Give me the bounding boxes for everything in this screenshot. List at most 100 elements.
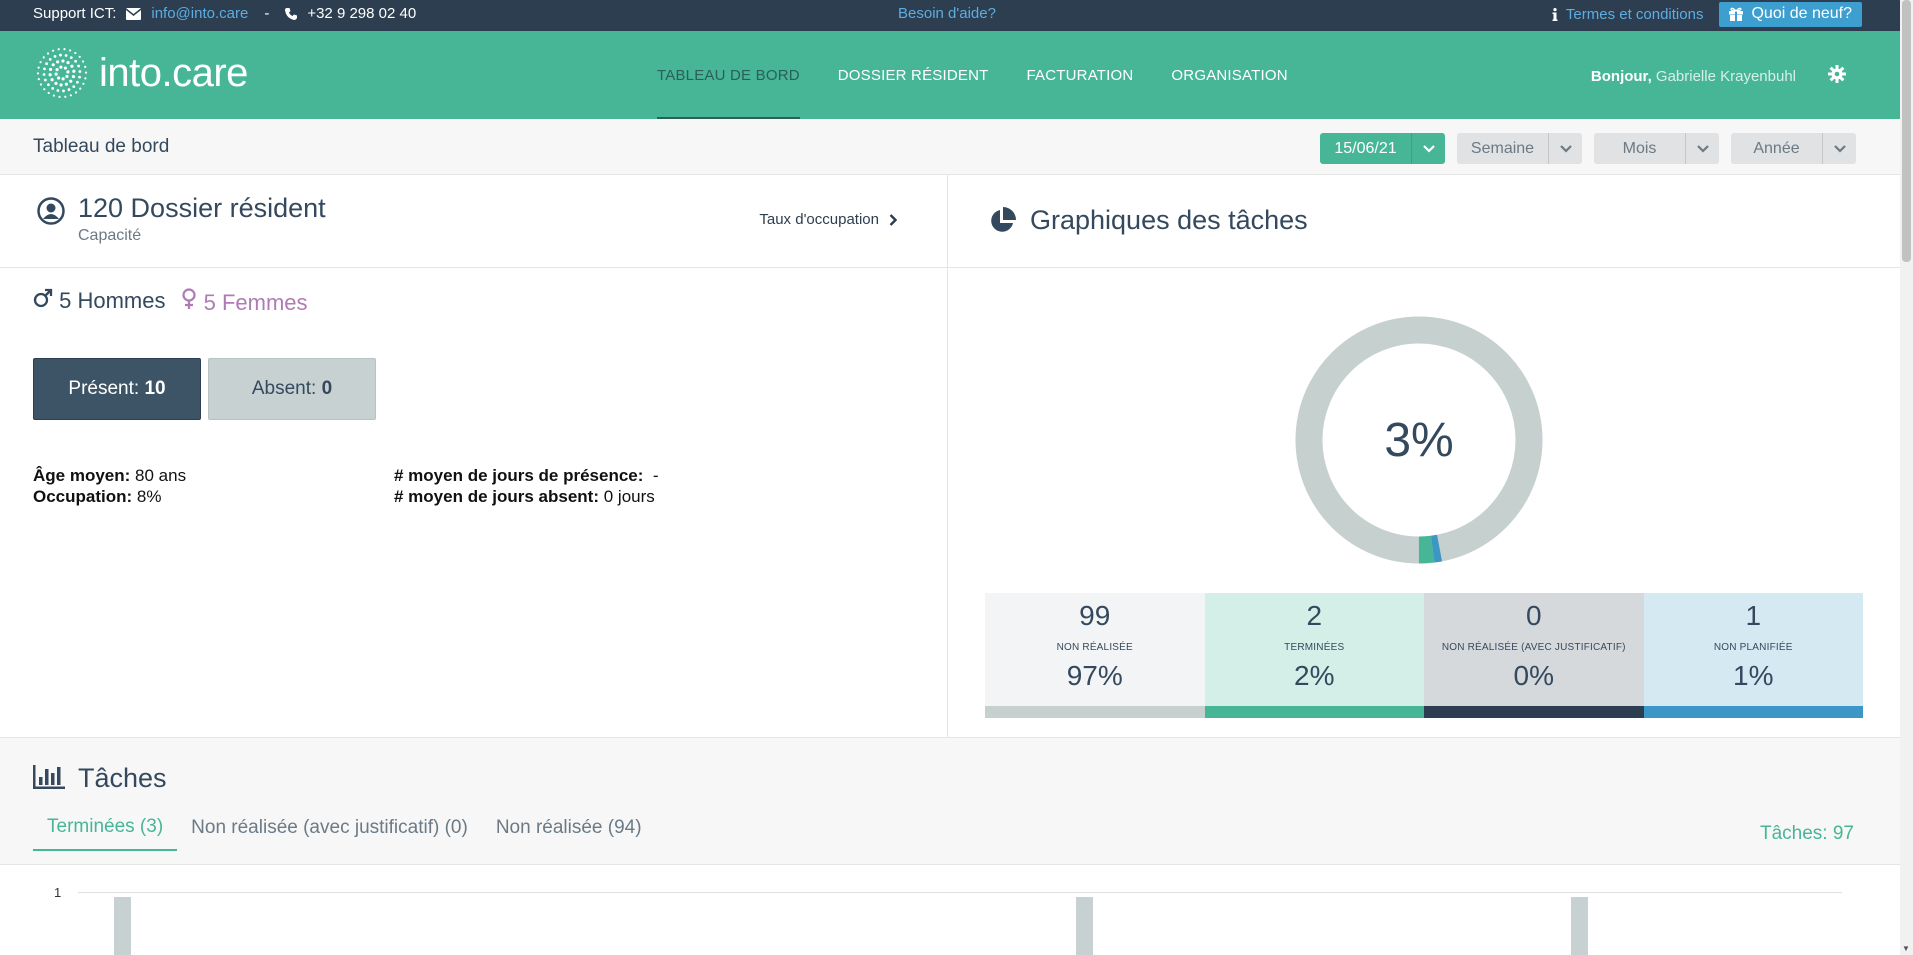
user-greeting: Bonjour, Gabrielle Krayenbuhl — [1591, 68, 1796, 85]
greeting-label: Bonjour, — [1590, 68, 1652, 85]
dashboard-subheader: Tableau de bord 15/06/21 Semaine Mois An… — [0, 119, 1900, 175]
donut-center-percent: 3% — [1384, 413, 1454, 467]
card-value: 99 — [1079, 600, 1111, 631]
into-care-logo[interactable]: into.care — [33, 44, 248, 102]
chart-bar[interactable] — [1076, 897, 1093, 955]
logo-dot — [45, 62, 48, 66]
logo-dot — [48, 73, 52, 77]
absent-label: Absent: — [251, 378, 317, 399]
help-link[interactable]: Besoin d'aide? — [898, 5, 996, 22]
support-email-link[interactable]: info@into.care — [151, 5, 248, 22]
absent-button[interactable]: Absent: 0 — [208, 358, 376, 420]
date-picker[interactable]: 15/06/21 — [1320, 133, 1445, 164]
nav-facturation[interactable]: FACTURATION — [1027, 31, 1134, 119]
page-scrollbar[interactable]: ▼ — [1900, 0, 1913, 955]
chevron-down-icon — [1548, 133, 1582, 164]
tab-non-realisee[interactable]: Non réalisée (94) — [482, 804, 656, 851]
gift-icon — [1729, 7, 1744, 21]
logo-dot — [42, 56, 45, 59]
card-label: NON RÉALISÉE — [1056, 642, 1133, 653]
logo-dot — [74, 91, 78, 94]
absent-days-value: 0 jours — [603, 487, 655, 506]
status-card-terminees[interactable]: 2 TERMINÉES 2% — [1204, 593, 1424, 718]
residents-header: 120 Dossier résident Capacité Taux d'occ… — [0, 175, 947, 268]
logo-dot — [55, 68, 59, 72]
date-value: 15/06/21 — [1334, 139, 1397, 157]
resident-count: 120 Dossier résident — [78, 193, 326, 223]
logo-dot — [58, 95, 61, 98]
chevron-right-icon — [889, 213, 897, 226]
logo-dot — [46, 83, 50, 87]
y-axis-tick: 1 — [54, 885, 62, 900]
gridline — [78, 892, 1842, 893]
logo-dot — [74, 51, 77, 55]
chevron-down-icon — [1411, 133, 1445, 164]
logo-dot — [59, 65, 63, 69]
nav-tableau-de-bord[interactable]: TABLEAU DE BORD — [657, 31, 800, 119]
year-select[interactable]: Année — [1731, 133, 1856, 164]
logo-dot — [84, 65, 87, 68]
logo-dot — [66, 61, 70, 65]
card-percent: 97% — [1066, 660, 1123, 691]
terms-link[interactable]: Termes et conditions — [1552, 6, 1703, 23]
whats-new-button[interactable]: Quoi de neuf? — [1719, 2, 1862, 27]
logo-dot — [69, 94, 72, 97]
card-color-bar — [1204, 706, 1424, 718]
gender-breakdown: 5 Hommes 5 Femmes — [33, 288, 308, 316]
logo-dot — [56, 89, 60, 92]
logo-dot — [63, 48, 66, 51]
logo-dot — [52, 49, 55, 52]
info-icon — [1552, 8, 1558, 21]
logo-dot — [57, 48, 60, 51]
logo-dot — [77, 64, 80, 68]
logo-dot — [63, 66, 67, 70]
nav-dossier-resident[interactable]: DOSSIER RÉSIDENT — [838, 31, 989, 119]
scrollbar-thumb[interactable] — [1902, 0, 1911, 262]
nav-organisation[interactable]: ORGANISATION — [1171, 31, 1287, 119]
scroll-down-arrow-icon[interactable]: ▼ — [1902, 944, 1910, 953]
card-value: 1 — [1745, 600, 1762, 631]
present-button[interactable]: Présent: 10 — [33, 358, 201, 420]
card-percent: 1% — [1733, 660, 1774, 691]
logo-dot — [69, 56, 73, 59]
user-name[interactable]: Gabrielle Krayenbuhl — [1656, 68, 1796, 85]
logo-dot — [51, 87, 55, 90]
women-count-label: 5 Femmes — [203, 290, 308, 315]
occupancy-rate-link[interactable]: Taux d'occupation — [759, 211, 897, 228]
tasks-tabs: Terminées (3) Non réalisée (avec justifi… — [33, 804, 656, 851]
card-color-bar — [1643, 706, 1863, 718]
separator: - — [264, 5, 270, 22]
week-select[interactable]: Semaine — [1457, 133, 1582, 164]
logo-dot — [64, 54, 68, 57]
tasks-bar-chart: 1 — [0, 864, 1900, 955]
card-value: 2 — [1306, 600, 1323, 631]
pie-chart-icon — [991, 207, 1016, 232]
logo-dot — [48, 67, 53, 72]
month-select[interactable]: Mois — [1594, 133, 1719, 164]
chevron-down-icon — [1685, 133, 1719, 164]
week-label: Semaine — [1470, 139, 1535, 157]
logo-dot — [52, 94, 55, 97]
phone-icon — [285, 7, 298, 20]
presence-days-value: - — [652, 466, 659, 485]
logo-dot — [71, 74, 76, 79]
logo-dot — [42, 73, 46, 76]
task-chart-header: Graphiques des tâches — [948, 175, 1900, 268]
support-contact: Support ICT: info@into.care - +32 9 298 … — [33, 5, 416, 22]
tab-terminees[interactable]: Terminées (3) — [33, 804, 178, 851]
status-card-non-realisee-justifie[interactable]: 0 NON RÉALISÉE (AVEC JUSTIFICATIF) 0% — [1424, 593, 1644, 718]
chart-bar[interactable] — [114, 897, 131, 955]
tasks-section: Tâches Terminées (3) Non réalisée (avec … — [0, 737, 1900, 955]
logo-dot — [74, 59, 78, 63]
card-label: TERMINÉES — [1284, 642, 1345, 653]
tab-non-realisee-justifie[interactable]: Non réalisée (avec justificatif) (0) — [177, 804, 482, 851]
status-card-non-planifiee[interactable]: 1 NON PLANIFIÉE 1% — [1643, 593, 1863, 718]
logo-dot — [61, 59, 65, 63]
chevron-down-icon — [1822, 133, 1856, 164]
gear-icon[interactable] — [1828, 65, 1846, 83]
presence-toggle: Présent: 10 Absent: 0 — [33, 358, 376, 420]
page-title: Tableau de bord — [33, 136, 170, 157]
status-card-non-realisee[interactable]: 99 NON RÉALISÉE 97% — [985, 593, 1205, 718]
chart-bar[interactable] — [1571, 897, 1588, 955]
main-nav: TABLEAU DE BORD DOSSIER RÉSIDENT FACTURA… — [657, 31, 1288, 119]
